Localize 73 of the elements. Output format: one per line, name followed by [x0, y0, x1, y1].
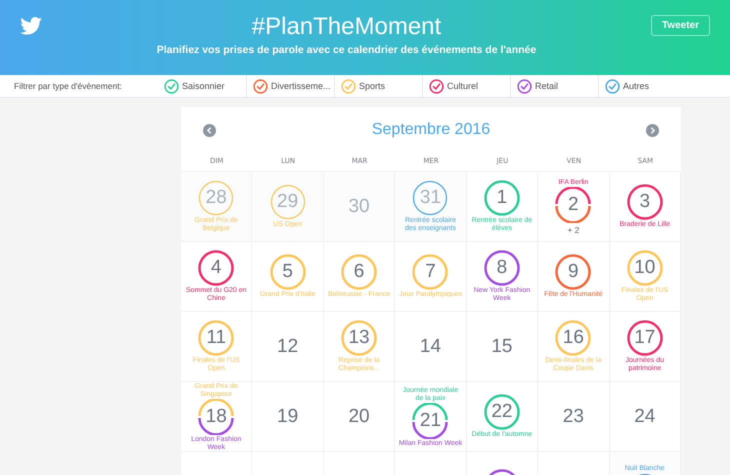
day-number: 5 — [282, 261, 293, 283]
filter-option[interactable]: Culturel — [447, 81, 478, 91]
day-number: 15 — [491, 336, 512, 358]
filter-option[interactable]: Sports — [359, 81, 386, 91]
day-cell[interactable]: 14 — [395, 312, 467, 382]
event-ring — [555, 254, 592, 290]
previous-icon[interactable] — [203, 124, 216, 136]
filter-option[interactable]: Retail — [535, 81, 558, 91]
more-events-link[interactable]: + 2 — [567, 225, 580, 235]
event-ring — [626, 184, 663, 220]
day-number: 30 — [348, 196, 370, 218]
check-icon[interactable] — [517, 78, 532, 94]
day-cell[interactable]: 19 — [252, 382, 324, 452]
day-number: 13 — [348, 327, 370, 349]
filter-option[interactable]: Divertisseme... — [271, 81, 331, 91]
day-number: 20 — [348, 406, 370, 428]
day-cell[interactable]: 20 — [324, 382, 396, 452]
day-number: 10 — [634, 257, 656, 279]
day-number: 29 — [277, 191, 298, 213]
day-number: 22 — [491, 401, 512, 423]
day-number: 23 — [562, 406, 584, 428]
check-icon[interactable] — [429, 78, 444, 94]
check-icon[interactable] — [253, 78, 268, 94]
next-icon[interactable] — [646, 124, 659, 136]
day-number: 28 — [206, 187, 227, 209]
filter-option[interactable]: Autres — [623, 81, 650, 91]
day-number: 7 — [425, 261, 436, 283]
day-number: 14 — [420, 336, 442, 358]
event-ring — [198, 398, 234, 434]
filter-option[interactable]: Saisonnier — [182, 81, 225, 91]
day-cell[interactable]: 15 — [466, 312, 538, 382]
day-number: 1 — [496, 187, 508, 209]
day-cell[interactable]: 23 — [538, 382, 610, 452]
bird-icon — [20, 16, 42, 34]
event-ring — [341, 320, 378, 356]
event-ring — [412, 402, 448, 438]
event-ring — [412, 254, 448, 290]
day-number: 9 — [568, 261, 579, 283]
month-title: Septembre 2016 — [372, 121, 490, 139]
day-number: 24 — [634, 406, 656, 428]
event-ring — [555, 320, 592, 356]
day-number: 8 — [496, 257, 508, 279]
event-ring — [198, 320, 234, 356]
day-number: 18 — [206, 406, 227, 428]
day-number: 21 — [420, 410, 442, 432]
event-ring — [484, 394, 520, 430]
event-ring — [626, 320, 663, 356]
event-ring — [626, 250, 663, 286]
day-number: 16 — [562, 327, 584, 349]
event-ring — [484, 180, 520, 216]
day-number: 19 — [277, 406, 298, 428]
page-title: #PlanTheMoment — [252, 13, 442, 41]
day-number: 31 — [420, 187, 442, 209]
event-ring — [270, 184, 306, 220]
event-ring — [555, 187, 592, 223]
page-subtitle: Planifiez vos prises de parole avec ce calendrier des événements de l'année — [156, 44, 536, 56]
event-ring — [198, 250, 234, 286]
day-number: 2 — [568, 194, 579, 216]
day-number: 11 — [206, 327, 226, 349]
event-ring — [270, 254, 306, 290]
event-ring — [198, 180, 234, 216]
check-icon[interactable] — [605, 78, 620, 94]
check-icon[interactable] — [164, 78, 179, 94]
day-number: 3 — [639, 191, 650, 213]
event-ring — [412, 180, 448, 216]
day-number: 6 — [354, 261, 364, 283]
day-number: 12 — [277, 336, 298, 358]
day-cell[interactable]: 12 — [252, 312, 324, 382]
event-ring — [341, 254, 378, 290]
day-number: 17 — [634, 327, 656, 349]
event-ring — [484, 250, 520, 286]
filter-label: Filtrer par type d'évènement: — [13, 81, 123, 91]
day-number: 4 — [210, 257, 222, 279]
